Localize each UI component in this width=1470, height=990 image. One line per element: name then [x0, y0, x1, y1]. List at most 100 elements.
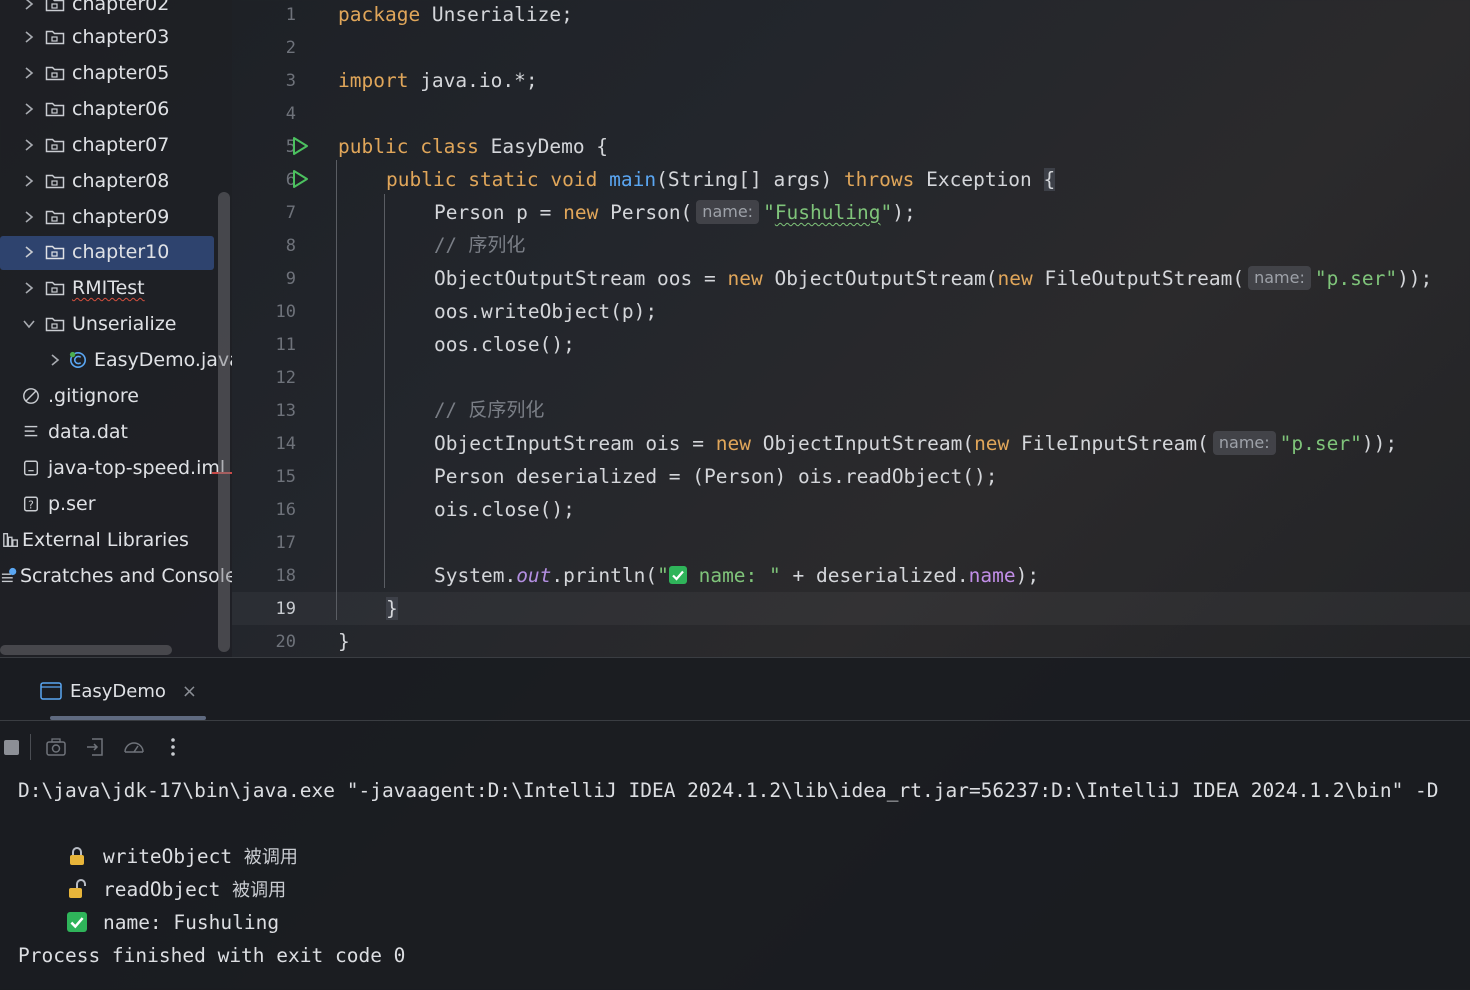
code-text: ); [892, 201, 916, 224]
code-editor[interactable]: 1 2 3 4 5 6 7 8 9 10 11 12 13 14 15 16 1… [232, 0, 1470, 657]
tree-item-chapter03[interactable]: chapter03 [0, 21, 232, 53]
code-line-5[interactable]: public class EasyDemo { [338, 130, 608, 163]
console-exit-line: Process finished with exit code 0 [18, 944, 406, 967]
ignore-file-icon [20, 386, 42, 406]
indent-guide [336, 160, 337, 620]
tree-item-chapter02[interactable]: chapter02 [0, 0, 232, 20]
chevron-right-icon[interactable] [20, 172, 38, 190]
chevron-right-icon[interactable] [20, 28, 38, 46]
code-line-8-comment[interactable]: // 序列化 [434, 229, 525, 262]
code-line-13-comment[interactable]: // 反序列化 [434, 394, 544, 427]
run-main-icon[interactable] [290, 169, 310, 189]
code-line-10[interactable]: oos.writeObject(p); [434, 295, 657, 328]
close-tab-icon[interactable]: × [182, 681, 197, 702]
tree-horizontal-scrollbar[interactable] [0, 645, 172, 655]
line-number: 1 [285, 5, 296, 25]
tree-item-chapter10[interactable]: chapter10 [0, 236, 232, 270]
line-number: 5 [285, 137, 296, 157]
chevron-right-icon[interactable] [20, 243, 38, 261]
tree-vertical-scrollbar[interactable] [218, 192, 230, 652]
code-line-19[interactable]: } [386, 592, 398, 625]
folder-icon [44, 135, 66, 155]
module-file-icon [20, 458, 42, 478]
code-line-15[interactable]: Person deserialized = (Person) ois.readO… [434, 460, 998, 493]
chevron-right-icon[interactable] [20, 136, 38, 154]
run-class-icon[interactable] [290, 136, 310, 156]
tree-item-chapter05[interactable]: chapter05 [0, 57, 232, 89]
chevron-right-icon[interactable] [48, 351, 62, 369]
tree-item-gitignore[interactable]: .gitignore [0, 380, 232, 412]
string-literal: Fushuling [774, 201, 881, 224]
line-number: 13 [275, 401, 296, 421]
matched-brace: { [1043, 168, 1056, 191]
console-output-line: readObject 被调用 [20, 840, 286, 901]
code-line-16[interactable]: ois.close(); [434, 493, 575, 526]
profiler-button[interactable] [119, 733, 149, 761]
code-line-6[interactable]: public static void main(String[] args) t… [386, 163, 1056, 196]
code-text: )); [1397, 267, 1433, 290]
code-line-3[interactable]: import java.io.*; [338, 64, 538, 97]
code-line-14[interactable]: ObjectInputStream ois = new ObjectInputS… [434, 427, 1397, 460]
camera-icon [46, 738, 66, 756]
tree-item-label: chapter03 [72, 26, 170, 48]
code-text: ObjectInputStream( [751, 432, 975, 455]
exit-button[interactable] [80, 733, 110, 761]
code-line-20[interactable]: } [338, 625, 350, 657]
folder-icon [44, 314, 66, 334]
folder-icon [44, 99, 66, 119]
chevron-right-icon[interactable] [20, 100, 38, 118]
tree-item-scratches[interactable]: Scratches and Consoles [0, 560, 232, 592]
matched-brace: } [386, 597, 398, 620]
chevron-right-icon[interactable] [20, 64, 38, 82]
tree-item-data-dat[interactable]: data.dat [0, 416, 232, 448]
tree-item-chapter09[interactable]: chapter09 [0, 201, 232, 233]
run-tab-easydemo[interactable]: EasyDemo × [40, 676, 197, 706]
tree-item-label: chapter02 [72, 0, 170, 15]
text-file-icon [20, 422, 42, 442]
tree-item-rmitest[interactable]: RMITest [0, 272, 232, 304]
line-number: 6 [285, 170, 296, 190]
tree-item-label: chapter08 [72, 170, 170, 192]
line-number: 8 [285, 236, 296, 256]
keyword: new [997, 267, 1033, 290]
tree-item-label: chapter10 [72, 241, 170, 263]
tree-item-easydemo-java[interactable]: EasyDemo.java [0, 344, 232, 376]
tree-item-unserialize[interactable]: Unserialize [0, 308, 232, 340]
code-line-9[interactable]: ObjectOutputStream oos = new ObjectOutpu… [434, 262, 1432, 295]
line-number: 7 [285, 203, 296, 223]
tree-item-iml[interactable]: java-top-speed.iml [0, 452, 232, 484]
string-quote: " [763, 201, 775, 224]
tree-item-external-libraries[interactable]: External Libraries [0, 524, 232, 556]
stop-button[interactable] [0, 733, 24, 761]
line-number: 3 [285, 71, 296, 91]
tree-item-chapter07[interactable]: chapter07 [0, 129, 232, 161]
tree-item-p-ser[interactable]: ? p.ser [0, 488, 232, 520]
string-literal: " [657, 564, 669, 587]
code-text: Person p = [434, 201, 564, 224]
panel-divider [0, 720, 1470, 721]
code-line-11[interactable]: oos.close(); [434, 328, 575, 361]
console-output-line: writeObject 被调用 [20, 807, 298, 868]
code-text: ObjectOutputStream oos = [434, 267, 728, 290]
screenshot-button[interactable] [41, 733, 71, 761]
tree-item-chapter08[interactable]: chapter08 [0, 165, 232, 197]
tree-item-chapter06[interactable]: chapter06 [0, 93, 232, 125]
more-options-button[interactable] [158, 733, 188, 761]
chevron-right-icon[interactable] [20, 0, 38, 13]
keyword: new [974, 432, 1010, 455]
tree-item-label: chapter06 [72, 98, 170, 120]
code-text: (String[] args) [656, 168, 844, 191]
code-line-18[interactable]: System.out.println(" name: " + deseriali… [434, 559, 1039, 592]
keyword: static [468, 168, 539, 191]
chevron-right-icon[interactable] [20, 279, 38, 297]
code-line-7[interactable]: Person p = new Person(name: "Fushuling"); [434, 196, 916, 229]
string-quote: " [880, 201, 893, 224]
folder-icon [44, 63, 66, 83]
toolbar-separator [30, 734, 31, 760]
chevron-down-icon[interactable] [20, 315, 38, 333]
chevron-right-icon[interactable] [20, 208, 38, 226]
code-text: .println( [551, 564, 658, 587]
check-mark-icon [66, 912, 87, 932]
code-line-1[interactable]: package Unserialize; [338, 0, 573, 31]
run-tab-label: EasyDemo [70, 680, 166, 702]
